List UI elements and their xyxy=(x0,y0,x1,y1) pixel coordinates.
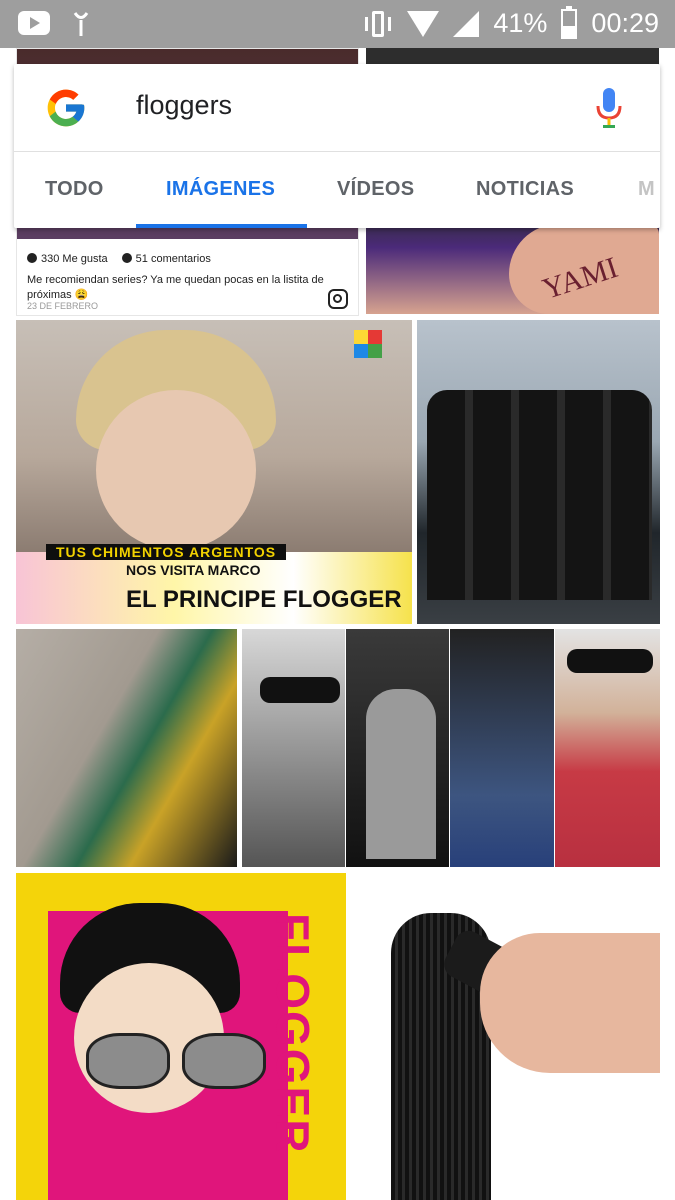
result-image-band[interactable] xyxy=(417,320,660,624)
cartoon-sunglasses xyxy=(86,1033,266,1089)
result-image-shirtless[interactable] xyxy=(346,629,449,867)
tab-more[interactable]: M xyxy=(638,178,660,201)
tab-imagenes[interactable]: IMÁGENES xyxy=(166,178,275,201)
mic-icon[interactable] xyxy=(594,86,624,130)
tv-overlay-main: EL PRINCIPE FLOGGER xyxy=(126,586,402,613)
cell-signal-icon xyxy=(453,10,480,37)
result-image-red-shirt[interactable] xyxy=(555,629,660,867)
youtube-icon xyxy=(18,11,50,35)
battery-percent: 41% xyxy=(493,8,548,38)
tab-videos[interactable]: VÍDEOS xyxy=(337,178,414,201)
ig-comments: 51 comentarios xyxy=(121,253,211,265)
wifi-icon xyxy=(407,10,440,37)
comment-icon xyxy=(121,253,132,263)
result-image-sunglasses[interactable] xyxy=(242,629,345,867)
status-bar: 41% 00:29 xyxy=(0,0,675,48)
tab-noticias[interactable]: NOTICIAS xyxy=(476,178,574,201)
battery-icon xyxy=(561,5,578,39)
tv-overlay-sub: NOS VISITA MARCO xyxy=(126,562,261,578)
tv-overlay-top: TUS CHIMENTOS ARGENTOS xyxy=(46,544,287,560)
ig-stats: 330 Me gusta 51 comentarios xyxy=(27,253,211,265)
vibrate-icon xyxy=(363,9,393,39)
search-tabs: TODO IMÁGENES VÍDEOS NOTICIAS M xyxy=(14,152,660,228)
hand-shape xyxy=(480,933,660,1073)
ig-likes: 330 Me gusta xyxy=(27,253,108,265)
tab-todo[interactable]: TODO xyxy=(45,178,104,201)
ig-date: 23 DE FEBRERO xyxy=(27,301,99,311)
active-tab-indicator xyxy=(136,224,307,228)
heart-icon xyxy=(27,253,37,263)
result-image-couple[interactable] xyxy=(16,629,237,867)
signal-antenna-icon xyxy=(73,12,89,36)
result-image-emo-hair[interactable] xyxy=(450,629,554,867)
result-image-cartoon[interactable]: FLOGGER xyxy=(16,873,346,1200)
channel-logo-icon xyxy=(354,330,382,358)
search-bar[interactable]: floggers xyxy=(14,64,660,152)
ig-caption: Me recomiendan series? Ya me quedan poca… xyxy=(27,274,324,301)
result-image-whip[interactable] xyxy=(351,873,660,1200)
instagram-icon xyxy=(328,289,348,309)
cartoon-text: FLOGGER xyxy=(267,913,319,1155)
search-input[interactable]: floggers xyxy=(136,90,232,121)
google-g-icon xyxy=(47,89,85,127)
search-card: floggers TODO IMÁGENES VÍDEOS NOTICIAS M xyxy=(14,64,660,228)
result-image-tv-interview[interactable]: TUS CHIMENTOS ARGENTOS NOS VISITA MARCO … xyxy=(16,320,412,624)
clock: 00:29 xyxy=(591,8,659,38)
